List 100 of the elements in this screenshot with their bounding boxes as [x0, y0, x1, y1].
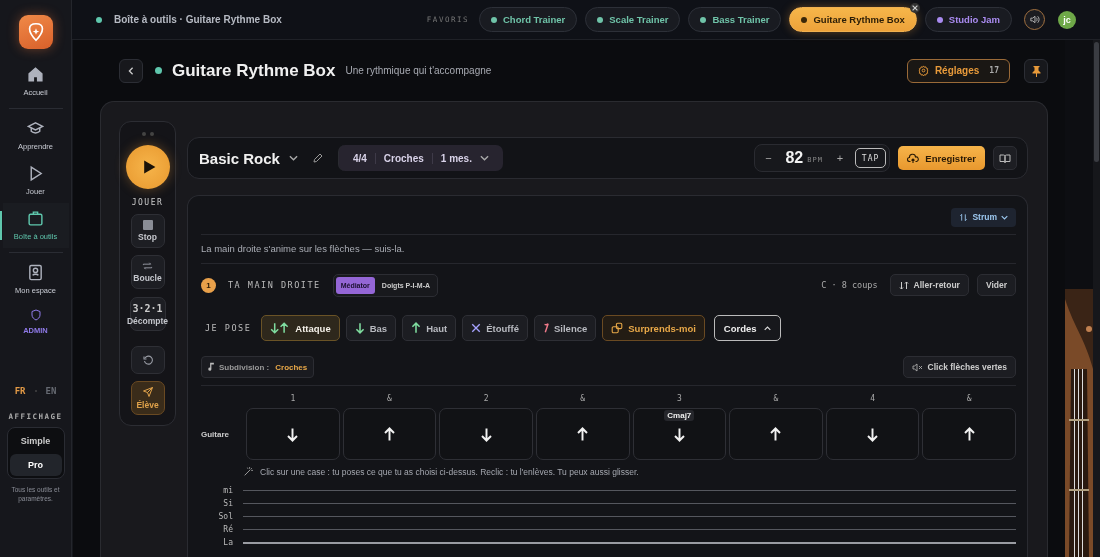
tap-button[interactable]: TAP	[854, 148, 887, 168]
page-title: Guitare Rythme Box	[172, 60, 336, 81]
increase-button[interactable]: +	[832, 152, 847, 164]
arrow-up-icon	[576, 426, 590, 442]
string-label: Ré	[222, 525, 233, 534]
decrease-button[interactable]: −	[761, 152, 776, 164]
transport-button[interactable]: Stop	[130, 214, 165, 248]
stroke-tool[interactable]: Étouffé	[462, 315, 528, 341]
strum-cell[interactable]	[922, 408, 1016, 460]
strum-cell[interactable]	[825, 408, 920, 460]
beat-label: &	[386, 394, 393, 404]
favorite-tab[interactable]: Bass Trainer	[688, 7, 782, 32]
arrow-down-icon	[286, 426, 300, 442]
music-note-icon	[208, 362, 216, 372]
stroke-tool[interactable]: Attaque	[261, 315, 340, 341]
chevron-down-icon	[288, 155, 298, 161]
arrow-up-icon	[962, 426, 976, 442]
settings-label: Réglages	[934, 65, 980, 76]
back-button[interactable]	[119, 58, 143, 83]
strum-cell[interactable]	[439, 408, 533, 460]
settings-icon	[917, 65, 929, 76]
beat-label: 1	[289, 394, 297, 404]
speaker-muted-icon	[911, 362, 923, 372]
chord-tag: Cmaj7	[664, 410, 695, 421]
play-label: JOUER	[131, 198, 164, 207]
play-button[interactable]	[125, 145, 170, 189]
strum-cell[interactable]	[535, 408, 630, 460]
arrow-down-icon	[354, 322, 365, 334]
reset-icon	[141, 354, 154, 366]
transport-button[interactable]	[130, 346, 165, 374]
chevron-down-icon	[1001, 214, 1008, 220]
string-label: Sol	[217, 512, 233, 521]
language-option[interactable]: FR	[14, 386, 26, 396]
beat-label: 4	[869, 394, 876, 404]
chevron-down-icon	[479, 155, 489, 161]
stroke-tool[interactable]: Surprends-moi	[602, 315, 705, 341]
time-signature[interactable]: 4/4	[344, 152, 376, 164]
mode-dropdown[interactable]: Strum	[951, 207, 1016, 227]
pin-button[interactable]	[1024, 58, 1048, 83]
page-subtitle: Une rythmique qui t'accompagne	[345, 65, 492, 76]
subdivision-option[interactable]: Croches	[375, 152, 433, 164]
transport-button[interactable]: Élève	[130, 381, 165, 415]
action-button[interactable]: Aller-retour	[889, 274, 969, 296]
settings-button[interactable]: Réglages 17	[906, 58, 1010, 83]
subdivision-chip[interactable]: Subdivision : Croches	[201, 356, 315, 378]
breadcrumb: Boîte à outils · Guitare Rythme Box	[114, 14, 282, 25]
strum-cell[interactable]	[342, 408, 437, 460]
arrow-down-icon	[866, 426, 880, 442]
mode-option[interactable]: Simple	[9, 430, 62, 452]
close-icon[interactable]	[909, 3, 920, 13]
measures-dropdown[interactable]: 1 mes.	[432, 152, 497, 164]
transport-button[interactable]: 3·2·1 Décompte	[129, 297, 166, 331]
strum-cell[interactable]	[729, 408, 823, 460]
status-dot-icon	[96, 16, 102, 23]
beat-label: &	[965, 394, 973, 404]
subdivision-label: Subdivision :	[219, 362, 270, 372]
arrow-down-icon	[672, 426, 686, 442]
cloud-upload-icon	[907, 152, 920, 164]
arrow-down-icon	[479, 426, 493, 442]
app-logo-icon[interactable]	[18, 15, 53, 49]
subdivision-value: Croches	[275, 362, 308, 372]
arrow-up-icon	[411, 322, 422, 334]
chevron-left-icon	[127, 66, 135, 75]
home-icon	[27, 66, 44, 83]
countdown-digits: 3·2·1	[132, 302, 163, 314]
stroke-tool[interactable]: Bas	[345, 315, 397, 341]
status-dot-icon	[155, 67, 162, 74]
stroke-tool[interactable]: Silence	[534, 315, 597, 341]
record-button[interactable]: Enregistrer	[898, 146, 985, 170]
scrollbar-thumb[interactable]	[1094, 42, 1099, 162]
cross-icon	[471, 323, 482, 333]
favorite-tab[interactable]: Studio Jam	[924, 7, 1012, 32]
stroke-tool[interactable]: Haut	[402, 315, 457, 341]
beat-label: 3	[675, 394, 683, 404]
favorite-tab[interactable]: Scale Trainer	[585, 7, 681, 32]
preset-dropdown[interactable]: Basic Rock	[199, 149, 298, 167]
favorite-tab[interactable]: Chord Trainer	[478, 7, 578, 32]
beat-label: 2	[482, 394, 490, 404]
step-title: TA MAIN DROITE	[228, 280, 321, 290]
strings-dropdown[interactable]: Cordes	[713, 315, 781, 341]
rest-icon	[543, 323, 549, 333]
strum-cell[interactable]	[246, 408, 340, 460]
beat-label: &	[772, 394, 780, 404]
pencil-icon[interactable]	[311, 152, 324, 164]
transport-button[interactable]: Boucle	[130, 255, 165, 289]
strum-cell[interactable]: Cmaj7	[632, 408, 727, 460]
beat-label: &	[579, 394, 587, 404]
string-label: Si	[222, 499, 233, 508]
step-number: 1	[201, 277, 216, 293]
graduation-cap-icon	[27, 120, 44, 137]
click-toggle[interactable]: Click flèches vertes	[902, 356, 1016, 378]
guide-button[interactable]	[993, 146, 1017, 170]
action-button[interactable]: Vider	[976, 274, 1016, 296]
mode-option[interactable]: Pro	[9, 454, 62, 476]
send-icon	[141, 386, 154, 398]
pattern-info: C · 8 coups	[821, 280, 878, 290]
speaker-icon	[1029, 14, 1040, 25]
palette-label: JE POSE	[205, 323, 252, 333]
sound-button[interactable]	[1024, 9, 1045, 30]
shield-icon	[29, 309, 42, 321]
